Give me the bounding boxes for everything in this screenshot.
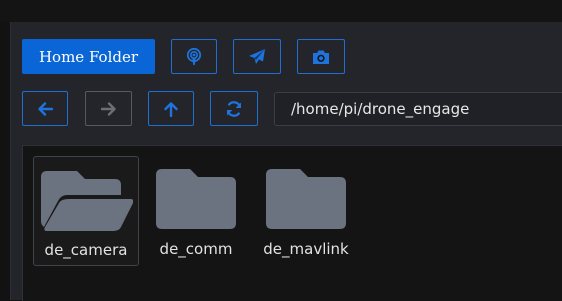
folder-open-icon bbox=[41, 169, 133, 231]
refresh-icon bbox=[225, 100, 243, 118]
folder-name: de_mavlink bbox=[263, 240, 349, 258]
path-value: /home/pi/drone_engage bbox=[291, 100, 470, 118]
folder-item[interactable]: de_mavlink bbox=[256, 156, 356, 266]
arrow-up-icon bbox=[164, 101, 178, 117]
home-folder-label: Home Folder bbox=[38, 47, 139, 66]
camera-icon bbox=[312, 49, 330, 65]
up-directory-button[interactable] bbox=[148, 91, 194, 126]
folder-item[interactable]: de_camera bbox=[33, 156, 139, 266]
folder-name: de_camera bbox=[44, 241, 128, 259]
folder-name: de_comm bbox=[159, 240, 233, 258]
podcast-icon bbox=[186, 47, 202, 66]
refresh-button[interactable] bbox=[210, 91, 258, 126]
home-folder-button[interactable]: Home Folder bbox=[22, 39, 155, 74]
send-button[interactable] bbox=[233, 39, 281, 74]
folder-icon bbox=[156, 168, 236, 229]
top-bar bbox=[0, 0, 562, 22]
arrow-right-icon bbox=[100, 101, 117, 116]
camera-button[interactable] bbox=[297, 39, 345, 74]
arrow-left-icon bbox=[37, 101, 53, 116]
forward-button[interactable] bbox=[85, 91, 132, 126]
back-button[interactable] bbox=[22, 91, 68, 126]
paper-plane-icon bbox=[248, 48, 266, 66]
folder-icon bbox=[266, 168, 346, 229]
folder-item[interactable]: de_comm bbox=[146, 156, 246, 266]
podcast-button[interactable] bbox=[171, 39, 217, 74]
path-input[interactable]: /home/pi/drone_engage bbox=[274, 92, 562, 126]
